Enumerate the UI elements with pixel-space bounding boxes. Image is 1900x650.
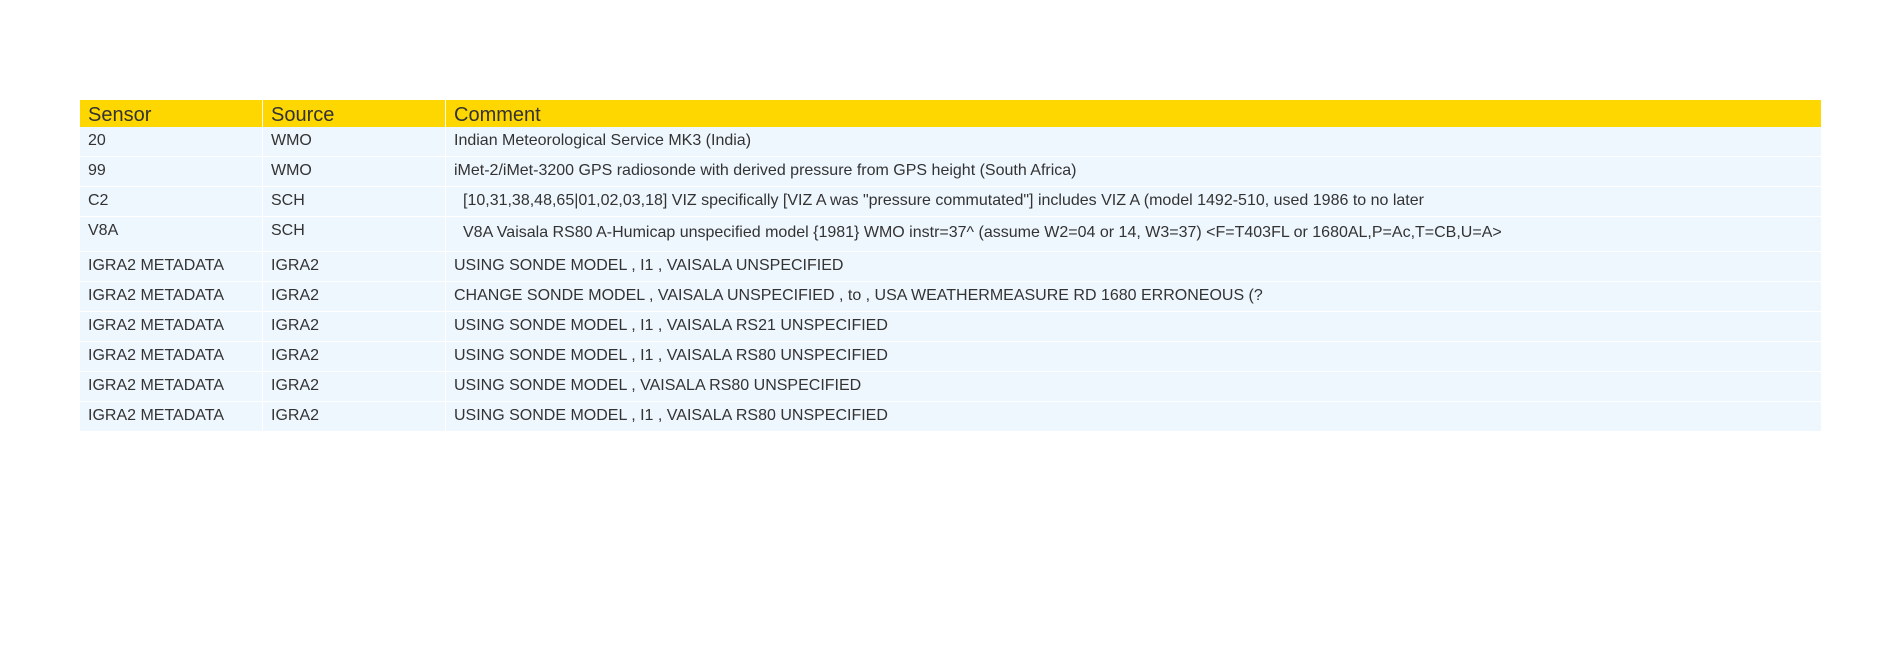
source-cell: IGRA2 (263, 312, 446, 342)
source-cell: IGRA2 (263, 342, 446, 372)
comment-cell: USING SONDE MODEL , I1 , VAISALA RS21 UN… (446, 312, 1821, 342)
table-row: IGRA2 METADATA IGRA2 USING SONDE MODEL ,… (80, 312, 1821, 342)
sensor-table: Sensor Source Comment 20 WMO Indian Mete… (80, 100, 1821, 432)
sensor-cell: IGRA2 METADATA (80, 312, 263, 342)
comment-cell: USING SONDE MODEL , VAISALA RS80 UNSPECI… (446, 372, 1821, 402)
table-row: IGRA2 METADATA IGRA2 CHANGE SONDE MODEL … (80, 282, 1821, 312)
source-cell: WMO (263, 157, 446, 187)
column-header-source[interactable]: Source (263, 100, 446, 127)
sensor-cell: IGRA2 METADATA (80, 402, 263, 432)
comment-cell: USING SONDE MODEL , I1 , VAISALA UNSPECI… (446, 252, 1821, 282)
sensor-cell: IGRA2 METADATA (80, 342, 263, 372)
comment-cell: V8A Vaisala RS80 A-Humicap unspecified m… (446, 217, 1821, 252)
comment-cell: iMet-2/iMet-3200 GPS radiosonde with der… (446, 157, 1821, 187)
sensor-cell: IGRA2 METADATA (80, 282, 263, 312)
table-row: IGRA2 METADATA IGRA2 USING SONDE MODEL ,… (80, 252, 1821, 282)
column-header-comment[interactable]: Comment (446, 100, 1821, 127)
comment-cell: [10,31,38,48,65|01,02,03,18] VIZ specifi… (446, 187, 1821, 217)
table-header: Sensor Source Comment (80, 100, 1821, 127)
table-row: IGRA2 METADATA IGRA2 USING SONDE MODEL ,… (80, 342, 1821, 372)
comment-cell: CHANGE SONDE MODEL , VAISALA UNSPECIFIED… (446, 282, 1821, 312)
source-cell: IGRA2 (263, 282, 446, 312)
table-row: IGRA2 METADATA IGRA2 USING SONDE MODEL ,… (80, 402, 1821, 432)
source-cell: WMO (263, 127, 446, 157)
header-row: Sensor Source Comment (80, 100, 1821, 127)
source-cell: SCH (263, 217, 446, 252)
sensor-cell: V8A (80, 217, 263, 252)
table-row: 20 WMO Indian Meteorological Service MK3… (80, 127, 1821, 157)
source-cell: IGRA2 (263, 372, 446, 402)
column-header-sensor[interactable]: Sensor (80, 100, 263, 127)
table-row: IGRA2 METADATA IGRA2 USING SONDE MODEL ,… (80, 372, 1821, 402)
sensor-cell: IGRA2 METADATA (80, 372, 263, 402)
sensor-cell: C2 (80, 187, 263, 217)
sensor-cell: 99 (80, 157, 263, 187)
table-row: C2 SCH [10,31,38,48,65|01,02,03,18] VIZ … (80, 187, 1821, 217)
comment-cell: USING SONDE MODEL , I1 , VAISALA RS80 UN… (446, 402, 1821, 432)
source-cell: IGRA2 (263, 252, 446, 282)
comment-cell: USING SONDE MODEL , I1 , VAISALA RS80 UN… (446, 342, 1821, 372)
sensor-cell: 20 (80, 127, 263, 157)
source-cell: SCH (263, 187, 446, 217)
source-cell: IGRA2 (263, 402, 446, 432)
comment-cell: Indian Meteorological Service MK3 (India… (446, 127, 1821, 157)
sensor-cell: IGRA2 METADATA (80, 252, 263, 282)
table-body: 20 WMO Indian Meteorological Service MK3… (80, 127, 1821, 432)
table-row: 99 WMO iMet-2/iMet-3200 GPS radiosonde w… (80, 157, 1821, 187)
table-row: V8A SCH V8A Vaisala RS80 A-Humicap unspe… (80, 217, 1821, 252)
